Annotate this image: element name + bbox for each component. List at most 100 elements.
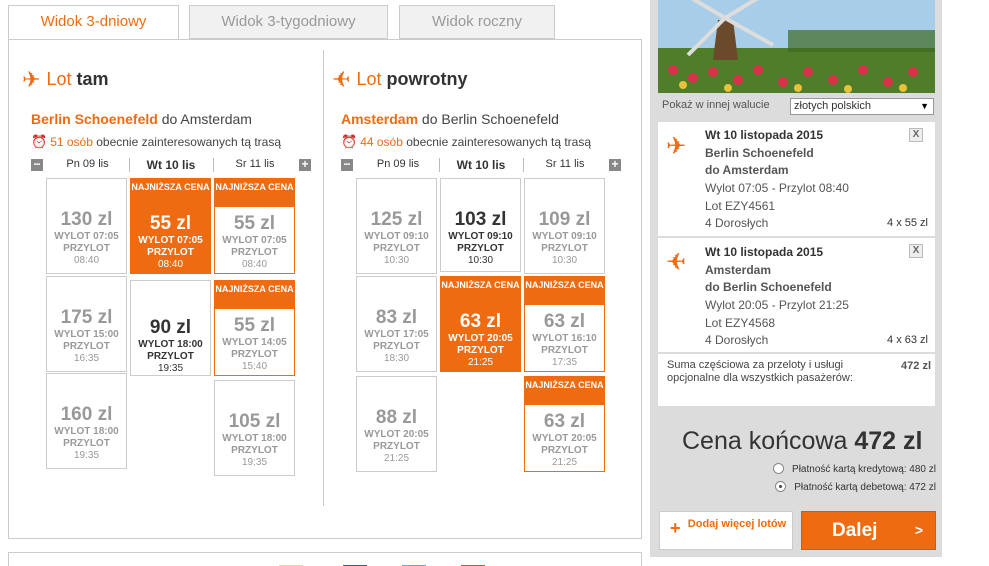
plane-right-icon: ✈	[22, 67, 41, 92]
flight-from: Amsterdam	[705, 263, 772, 277]
flight-date: Wt 10 listopada 2015	[705, 128, 824, 142]
fare-arrival-time: 10:30	[383, 255, 410, 266]
tab-yearly[interactable]: Widok roczny	[399, 5, 555, 39]
origin: Berlin Schoenefeld	[31, 111, 158, 127]
fare-cell[interactable]: NAJNIŻSZA CENA 63 zl WYLOT 20:05 PRZYLOT…	[524, 376, 605, 472]
fare-departure: WYLOT 20:05	[364, 429, 429, 440]
fare-cell[interactable]: NAJNIŻSZA CENA 55 zl WYLOT 14:05 PRZYLOT…	[214, 280, 295, 376]
flight-summary-outbound: ✈ X Wt 10 listopada 2015 Berlin Schoenef…	[658, 122, 935, 237]
subtotal-box: Suma częściowa za przeloty i usługi opcj…	[658, 354, 935, 406]
fare-arrival-label: PRZYLOT	[541, 345, 588, 356]
currency-value: złotych polskich	[794, 100, 872, 112]
remove-flight-button[interactable]: X	[909, 128, 923, 142]
payment-credit-label: Płatność kartą kredytową: 480 zl	[792, 464, 936, 475]
fare-arrival-time: 18:30	[383, 353, 410, 364]
fare-arrival-time: 10:30	[551, 255, 578, 266]
lowest-price-badge: NAJNIŻSZA CENA	[441, 277, 520, 305]
prev-day-button[interactable]: −	[31, 158, 43, 171]
plus-icon: +	[670, 518, 681, 538]
fare-arrival-time: 19:35	[73, 450, 100, 461]
destination: do Berlin Schoenefeld	[421, 111, 559, 127]
direction-label: tam	[76, 69, 109, 89]
fare-cell-selected[interactable]: NAJNIŻSZA CENA 55 zl WYLOT 07:05 PRZYLOT…	[130, 178, 211, 274]
fare-arrival-time: 21:25	[467, 357, 494, 368]
fare-arrival-label: PRZYLOT	[147, 247, 194, 258]
fare-departure: WYLOT 07:05	[54, 231, 119, 242]
fare-cell[interactable]: NAJNIŻSZA CENA 55 zl WYLOT 07:05 PRZYLOT…	[214, 178, 295, 274]
currency-label: Pokaż w innej walucie	[662, 99, 770, 111]
radio-button-checked[interactable]	[775, 481, 787, 492]
fare-price: 63 zl	[543, 411, 586, 432]
add-more-flights-button[interactable]: + Dodaj więcej lotów	[659, 511, 793, 550]
day-label-selected: Wt 10 lis	[456, 158, 506, 172]
fare-cell[interactable]: NAJNIŻSZA CENA 63 zl WYLOT 16:10 PRZYLOT…	[524, 276, 605, 372]
inbound-route: Amsterdam do Berlin Schoenefeld	[341, 111, 559, 127]
payment-option-debit[interactable]: Płatność kartą debetową: 472 zl	[775, 481, 936, 493]
fare-departure: WYLOT 16:10	[532, 333, 597, 344]
next-button[interactable]: Dalej >	[801, 511, 936, 550]
fare-cell[interactable]: 125 zl WYLOT 09:10 PRZYLOT 10:30	[356, 178, 437, 274]
fare-arrival-label: PRZYLOT	[147, 351, 194, 362]
booking-summary: Pokaż w innej walucie złotych polskich ▼…	[650, 0, 942, 557]
next-day-button[interactable]: +	[609, 158, 621, 171]
payment-option-credit[interactable]: Płatność kartą kredytową: 480 zl	[773, 463, 936, 475]
fare-price: 55 zl	[233, 315, 276, 336]
fare-departure: WYLOT 20:05	[448, 333, 513, 344]
flight-amount: 4 x 63 zl	[887, 334, 928, 346]
destination: do Amsterdam	[161, 111, 252, 127]
day-label-selected: Wt 10 lis	[146, 158, 196, 172]
fare-cell[interactable]: 130 zl WYLOT 07:05 PRZYLOT 08:40	[46, 178, 127, 274]
fare-price: 83 zl	[375, 307, 418, 328]
booking-page: Widok 3-dniowy Widok 3-tygodniowy Widok …	[0, 0, 989, 566]
fare-cell[interactable]: 160 zl WYLOT 18:00 PRZYLOT 19:35	[46, 373, 127, 469]
fare-arrival-time: 08:40	[73, 255, 100, 266]
fare-cell[interactable]: 175 zl WYLOT 15:00 PRZYLOT 16:35	[46, 276, 127, 372]
fare-cell[interactable]: 109 zl WYLOT 09:10 PRZYLOT 10:30	[524, 178, 605, 274]
fare-cell-selected[interactable]: NAJNIŻSZA CENA 63 zl WYLOT 20:05 PRZYLOT…	[440, 276, 521, 372]
payment-debit-label: Płatność kartą debetową: 472 zl	[794, 482, 936, 493]
fare-cell[interactable]: 103 zl WYLOT 09:10 PRZYLOT 10:30	[440, 178, 521, 272]
subtotal-value: 472 zl	[901, 360, 931, 372]
remove-flight-button[interactable]: X	[909, 244, 923, 258]
tab-3-week[interactable]: Widok 3-tygodniowy	[189, 5, 388, 39]
lowest-price-badge: NAJNIŻSZA CENA	[215, 179, 294, 207]
fare-arrival-time: 17:35	[551, 357, 578, 368]
fare-departure: WYLOT 07:05	[138, 235, 203, 246]
next-day-button[interactable]: +	[299, 158, 311, 171]
plane-left-icon: ✈	[666, 249, 687, 276]
tab-3-day[interactable]: Widok 3-dniowy	[8, 5, 179, 41]
lowest-price-badge: NAJNIŻSZA CENA	[131, 179, 210, 207]
fare-cell[interactable]: 90 zl WYLOT 18:00 PRZYLOT 19:35	[130, 280, 211, 376]
plane-left-icon: ✈	[332, 67, 351, 92]
final-price-label: Cena końcowa	[682, 427, 848, 455]
fare-departure: WYLOT 18:00	[54, 426, 119, 437]
fare-price: 88 zl	[375, 407, 418, 428]
fare-arrival-time: 21:25	[551, 457, 578, 468]
fare-arrival-time: 16:35	[73, 353, 100, 364]
origin: Amsterdam	[341, 111, 419, 127]
fare-arrival-label: PRZYLOT	[63, 243, 110, 254]
fare-cell[interactable]: 83 zl WYLOT 17:05 PRZYLOT 18:30	[356, 276, 437, 372]
lot-label: Lot	[356, 69, 382, 89]
fare-arrival-time: 10:30	[467, 255, 494, 266]
column-divider	[323, 50, 324, 506]
fare-arrival-label: PRZYLOT	[541, 445, 588, 456]
prev-day-button[interactable]: −	[341, 158, 353, 171]
fare-price: 63 zl	[543, 311, 586, 332]
flight-date: Wt 10 listopada 2015	[705, 245, 824, 259]
interest-count: 44 osób	[360, 135, 403, 149]
day-label: Pn 09 lis	[66, 158, 109, 170]
subtotal-text: Suma częściowa za przeloty i usługi opcj…	[667, 359, 853, 384]
direction-label: powrotny	[386, 69, 468, 89]
fare-departure: WYLOT 14:05	[222, 337, 287, 348]
currency-select[interactable]: złotych polskich ▼	[790, 98, 934, 115]
fare-cell[interactable]: 88 zl WYLOT 20:05 PRZYLOT 21:25	[356, 376, 437, 472]
interest-text: obecnie zainteresowanych tą trasą	[406, 135, 592, 149]
fare-arrival-label: PRZYLOT	[373, 341, 420, 352]
fare-cell[interactable]: 105 zl WYLOT 18:00 PRZYLOT 19:35	[214, 380, 295, 476]
fare-departure: WYLOT 18:00	[138, 339, 203, 350]
radio-button[interactable]	[773, 463, 785, 474]
fare-price: 103 zl	[454, 209, 507, 230]
fare-departure: WYLOT 07:05	[222, 235, 287, 246]
fare-price: 175 zl	[60, 307, 113, 328]
